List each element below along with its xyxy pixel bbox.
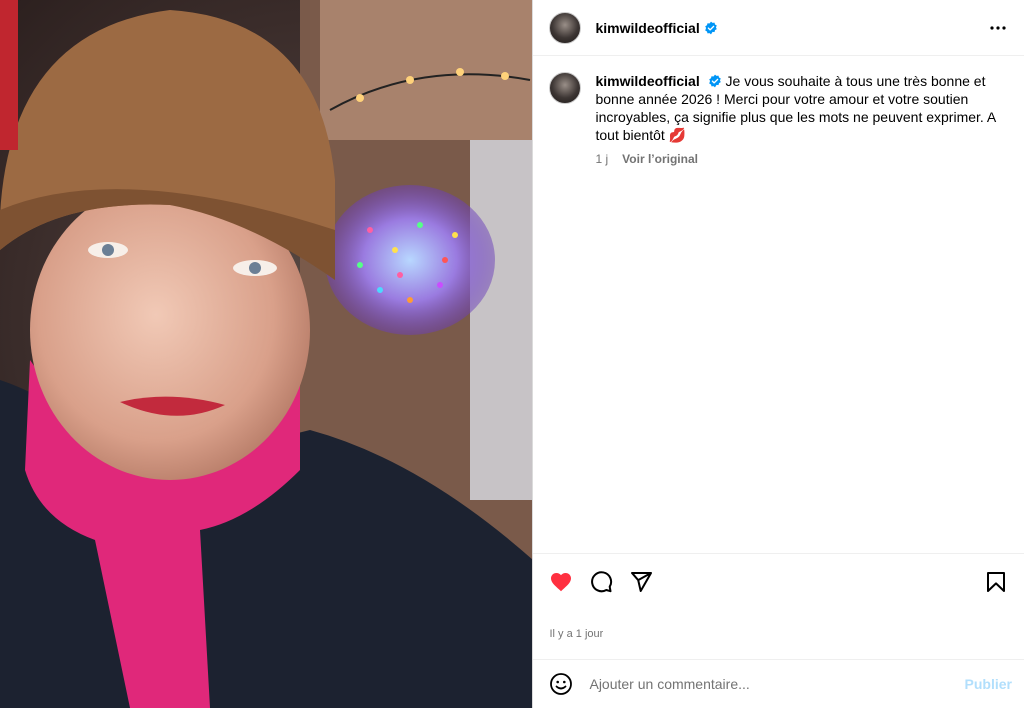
more-options-button[interactable]: [986, 16, 1010, 40]
post-modal: kimwildeofficial kimwildeofficial Je vou…: [0, 0, 1024, 708]
verified-badge-icon: [704, 21, 717, 34]
bookmark-icon[interactable]: [984, 570, 1008, 594]
post-age[interactable]: 1 j: [595, 152, 608, 166]
post-sidebar: kimwildeofficial kimwildeofficial Je vou…: [532, 0, 1024, 708]
caption-text-block: kimwildeofficial Je vous souhaite à tous…: [595, 72, 1008, 144]
heart-filled-icon[interactable]: [549, 570, 573, 594]
verified-badge-icon: [708, 74, 721, 88]
share-icon[interactable]: [629, 570, 653, 594]
post-date: Il y a 1 jour: [549, 628, 604, 640]
caption-username[interactable]: kimwildeofficial: [595, 73, 699, 89]
comment-icon[interactable]: [589, 570, 613, 594]
emoji-icon[interactable]: [549, 672, 573, 696]
comment-composer: Publier: [533, 659, 1024, 708]
post-photo[interactable]: [0, 0, 533, 708]
comment-input[interactable]: [587, 675, 965, 693]
see-original-button[interactable]: Voir l’original: [622, 152, 698, 166]
caption-meta: 1 j Voir l’original: [595, 152, 1008, 166]
author-username[interactable]: kimwildeofficial: [595, 20, 699, 36]
action-bar: [533, 553, 1024, 609]
caption-body: kimwildeofficial Je vous souhaite à tous…: [595, 72, 1008, 166]
caption-avatar[interactable]: [549, 72, 582, 104]
publish-button[interactable]: Publier: [965, 676, 1012, 692]
more-horizontal-icon: [990, 25, 1006, 30]
post-header: kimwildeofficial: [533, 0, 1024, 56]
caption: kimwildeofficial Je vous souhaite à tous…: [533, 56, 1024, 166]
author-avatar[interactable]: [549, 11, 582, 44]
photo-illustration: [0, 0, 533, 708]
